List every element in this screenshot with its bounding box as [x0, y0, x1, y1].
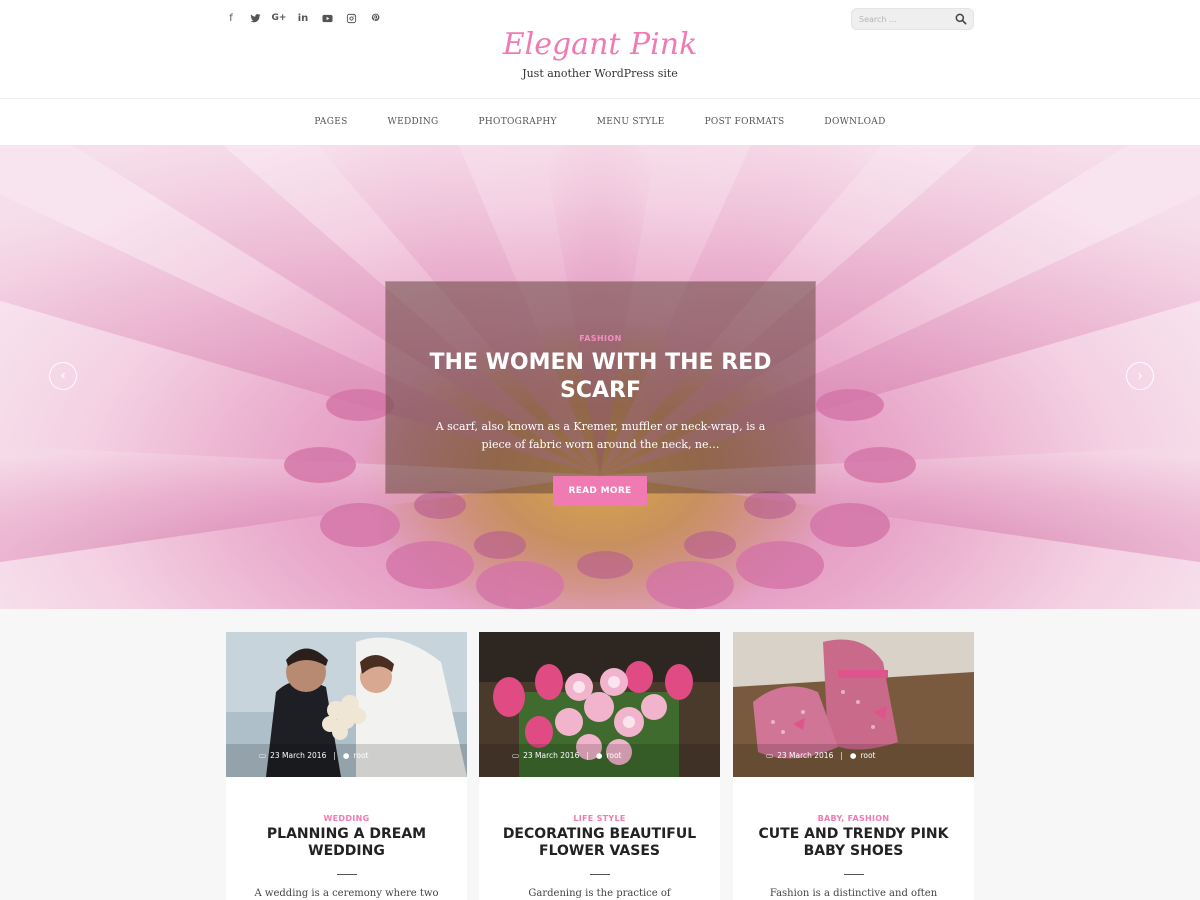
post-author[interactable]: root	[606, 751, 621, 760]
social-links: f G+ in	[224, 11, 382, 25]
post-card: ▭ 23 March 2016 | ● root LIFE STYLE DECO…	[479, 632, 720, 900]
site-header: f G+ in Elegant Pink Just another WordPr…	[0, 0, 1200, 99]
nav-item-menu-style[interactable]: MENU STYLE	[597, 117, 665, 127]
post-meta: ▭ 23 March 2016 | ● root	[766, 751, 875, 760]
post-title[interactable]: PLANNING A DREAM WEDDING	[247, 826, 447, 860]
nav-item-post-formats[interactable]: POST FORMATS	[705, 117, 785, 127]
post-title[interactable]: DECORATING BEAUTIFUL FLOWER VASES	[500, 826, 700, 860]
chevron-left-icon: ‹	[60, 368, 66, 384]
calendar-icon: ▭	[512, 751, 520, 760]
google-plus-glyph: G+	[271, 13, 287, 23]
chevron-right-icon: ›	[1137, 368, 1143, 384]
facebook-glyph: f	[229, 12, 233, 24]
meta-separator: |	[840, 751, 843, 760]
search-icon[interactable]	[954, 12, 968, 26]
instagram-icon[interactable]	[344, 11, 358, 25]
linkedin-icon[interactable]: in	[296, 11, 310, 25]
post-date[interactable]: 23 March 2016	[777, 751, 833, 760]
post-excerpt: A wedding is a ceremony where two	[254, 888, 439, 899]
nav-item-download[interactable]: DOWNLOAD	[824, 117, 885, 127]
user-icon: ●	[849, 751, 857, 760]
post-category[interactable]: WEDDING	[226, 814, 467, 823]
user-icon: ●	[595, 751, 603, 760]
post-author[interactable]: root	[860, 751, 875, 760]
post-meta: ▭ 23 March 2016 | ● root	[512, 751, 621, 760]
post-category[interactable]: BABY, FASHION	[733, 814, 974, 823]
site-tagline: Just another WordPress site	[522, 67, 678, 80]
post-date[interactable]: 23 March 2016	[270, 751, 326, 760]
facebook-icon[interactable]: f	[224, 11, 238, 25]
calendar-icon: ▭	[259, 751, 267, 760]
slider-prev-button[interactable]: ‹	[49, 362, 77, 390]
youtube-icon[interactable]	[320, 11, 334, 25]
post-thumbnail[interactable]: ▭ 23 March 2016 | ● root	[733, 632, 974, 777]
meta-separator: |	[333, 751, 336, 760]
main-nav: PAGES WEDDING PHOTOGRAPHY MENU STYLE POS…	[0, 99, 1200, 145]
post-thumbnail[interactable]: ▭ 23 March 2016 | ● root	[479, 632, 720, 777]
slide-category[interactable]: FASHION	[386, 334, 815, 343]
slide-title[interactable]: THE WOMEN WITH THE RED SCARF	[421, 349, 781, 405]
post-thumbnail[interactable]: ▭ 23 March 2016 | ● root	[226, 632, 467, 777]
search-input[interactable]	[852, 9, 952, 29]
linkedin-glyph: in	[297, 12, 309, 24]
post-card: ▭ 23 March 2016 | ● root WEDDING PLANNIN…	[226, 632, 467, 900]
nav-item-wedding[interactable]: WEDDING	[388, 117, 439, 127]
post-author[interactable]: root	[353, 751, 368, 760]
divider	[336, 874, 357, 875]
divider	[843, 874, 864, 875]
nav-item-pages[interactable]: PAGES	[314, 117, 347, 127]
post-excerpt: Fashion is a distinctive and often	[769, 888, 938, 899]
read-more-button[interactable]: READ MORE	[553, 476, 647, 506]
slider-next-button[interactable]: ›	[1126, 362, 1154, 390]
meta-separator: |	[586, 751, 589, 760]
hero-slider: ‹ › FASHION THE WOMEN WITH THE RED SCARF…	[0, 145, 1200, 609]
site-title[interactable]: Elegant Pink	[0, 27, 1200, 62]
divider	[589, 874, 610, 875]
post-excerpt: Gardening is the practice of	[528, 888, 671, 899]
pinterest-icon[interactable]	[368, 11, 382, 25]
user-icon: ●	[342, 751, 350, 760]
post-category[interactable]: LIFE STYLE	[479, 814, 720, 823]
post-meta: ▭ 23 March 2016 | ● root	[259, 751, 368, 760]
slide-caption: FASHION THE WOMEN WITH THE RED SCARF A s…	[385, 281, 816, 494]
google-plus-icon[interactable]: G+	[271, 11, 287, 25]
slide-excerpt: A scarf, also known as a Kremer, muffler…	[435, 420, 766, 451]
nav-item-photography[interactable]: PHOTOGRAPHY	[479, 117, 557, 127]
post-date[interactable]: 23 March 2016	[523, 751, 579, 760]
post-card: ▭ 23 March 2016 | ● root BABY, FASHION C…	[733, 632, 974, 900]
twitter-icon[interactable]	[248, 11, 262, 25]
post-title[interactable]: CUTE AND TRENDY PINK BABY SHOES	[754, 826, 954, 860]
calendar-icon: ▭	[766, 751, 774, 760]
